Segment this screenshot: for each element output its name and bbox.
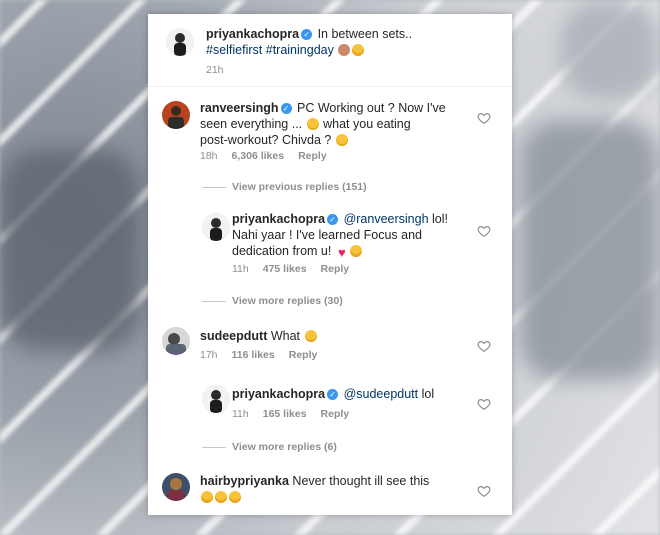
separator-line <box>202 446 226 448</box>
view-previous-replies[interactable]: View previous replies (151) <box>202 181 367 193</box>
reply-meta: 11h 475 likes Reply <box>232 263 363 275</box>
caption-body: In between sets.. <box>317 27 413 41</box>
reply-text: priyankachopra ✓ @ranveersingh lol! Nahi … <box>232 211 472 259</box>
comment-text: hairbypriyanka Never thought ill see thi… <box>200 473 470 505</box>
background-blob <box>520 120 660 380</box>
comment-username[interactable]: ranveersingh <box>200 101 279 115</box>
avatar[interactable] <box>162 327 190 355</box>
laughing-emoji-icon <box>229 491 241 503</box>
reply-button[interactable]: Reply <box>289 349 318 361</box>
like-heart-icon[interactable] <box>477 397 491 411</box>
comment-time[interactable]: 17h <box>200 349 218 361</box>
smirk-emoji-icon <box>335 134 348 146</box>
avatar[interactable] <box>162 473 190 501</box>
comment-meta: 18h 6,306 likes Reply <box>200 150 341 162</box>
verified-badge-icon: ✓ <box>301 29 313 40</box>
comments-card: priyankachopra ✓ In between sets.. #selfi… <box>148 14 512 515</box>
mention-link[interactable]: @sudeepdutt <box>344 387 419 401</box>
laughing-emoji-icon <box>215 491 227 503</box>
comment-text: ranveersingh ✓ PC Working out ? Now I've … <box>200 100 470 148</box>
like-heart-icon[interactable] <box>477 111 491 125</box>
reply-button[interactable]: Reply <box>298 150 327 162</box>
background-blob <box>0 150 140 350</box>
comment-line: seen everything ... <box>200 117 303 131</box>
like-heart-icon[interactable] <box>477 339 491 353</box>
caption-time[interactable]: 21h <box>206 64 224 76</box>
verified-badge-icon: ✓ <box>280 103 292 114</box>
red-heart-emoji-icon: ♥ <box>337 245 346 260</box>
separator-line <box>202 186 226 188</box>
reply-time[interactable]: 11h <box>232 408 249 420</box>
smirk-emoji-icon <box>306 118 319 130</box>
comment-line: What <box>270 329 301 343</box>
like-heart-icon[interactable] <box>477 484 491 498</box>
comment-line: what you eating <box>323 117 411 131</box>
laughing-emoji-icon <box>201 491 213 503</box>
comment-time[interactable]: 18h <box>200 150 218 162</box>
avatar[interactable] <box>162 101 190 129</box>
separator-line <box>202 300 226 302</box>
view-previous-label[interactable]: View previous replies (151) <box>232 181 367 193</box>
comment-line: PC Working out ? Now I've <box>297 101 446 115</box>
background-blob <box>560 0 660 100</box>
reply-text: priyankachopra ✓ @sudeepdutt lol <box>232 386 472 402</box>
verified-badge-icon: ✓ <box>327 214 339 225</box>
caption-username[interactable]: priyankachopra <box>206 27 299 41</box>
reply-likes[interactable]: 165 likes <box>263 408 307 420</box>
avatar[interactable] <box>166 28 194 56</box>
reply-time[interactable]: 11h <box>232 263 249 275</box>
comment-text: sudeepdutt What <box>200 328 470 344</box>
mention-link[interactable]: @ranveersingh <box>344 212 429 226</box>
comment-username[interactable]: sudeepdutt <box>200 329 267 343</box>
reply-button[interactable]: Reply <box>321 263 350 275</box>
reply-line: Nahi yaar ! I've learned Focus and <box>232 228 422 242</box>
reply-likes[interactable]: 475 likes <box>263 263 307 275</box>
comment-likes[interactable]: 6,306 likes <box>232 150 285 162</box>
avatar[interactable] <box>202 213 230 241</box>
post-caption: priyankachopra ✓ In between sets.. #selfi… <box>148 14 512 86</box>
avatar[interactable] <box>202 385 230 413</box>
reply-line: lol! <box>432 212 449 226</box>
comment-username[interactable]: hairbypriyanka <box>200 474 289 488</box>
caption-text: priyankachopra ✓ In between sets.. #selfi… <box>206 26 496 58</box>
comment-line: Never thought ill see this <box>292 474 430 488</box>
reply-line: dedication from u! <box>232 244 332 258</box>
reply-button[interactable]: Reply <box>321 408 350 420</box>
view-more-replies[interactable]: View more replies (6) <box>202 441 337 453</box>
reply-meta: 11h 165 likes Reply <box>232 408 363 420</box>
view-more-label[interactable]: View more replies (30) <box>232 295 343 307</box>
reply-username[interactable]: priyankachopra <box>232 387 325 401</box>
divider <box>148 86 512 87</box>
view-more-replies[interactable]: View more replies (30) <box>202 295 343 307</box>
smirk-emoji-icon <box>304 330 317 342</box>
comment-line: post-workout? Chivda ? <box>200 133 332 147</box>
comment-likes[interactable]: 116 likes <box>232 349 275 361</box>
comment-meta: 17h 116 likes Reply <box>200 349 331 361</box>
woman-emoji-icon <box>338 44 351 56</box>
laughing-emoji-icon <box>352 44 365 56</box>
like-heart-icon[interactable] <box>477 224 491 238</box>
laughing-emoji-icon <box>349 245 362 257</box>
caption-meta: 21h <box>206 64 238 76</box>
view-more-label[interactable]: View more replies (6) <box>232 441 337 453</box>
reply-line: lol <box>421 387 435 401</box>
caption-hashtags[interactable]: #selfiefirst #trainingday <box>206 43 334 57</box>
verified-badge-icon: ✓ <box>327 389 339 400</box>
reply-username[interactable]: priyankachopra <box>232 212 325 226</box>
